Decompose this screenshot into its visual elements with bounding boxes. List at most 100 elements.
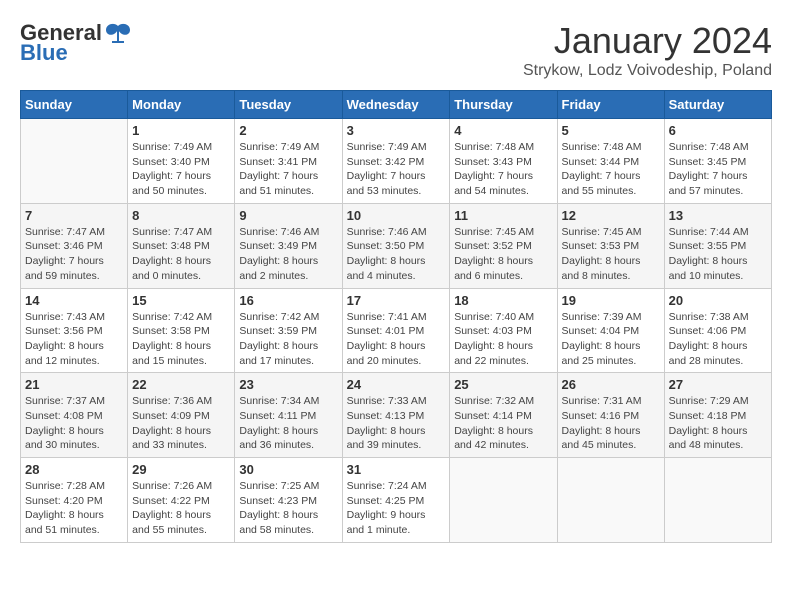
day-info: Sunrise: 7:37 AM Sunset: 4:08 PM Dayligh…: [25, 394, 123, 453]
day-info: Sunrise: 7:48 AM Sunset: 3:43 PM Dayligh…: [454, 140, 552, 199]
calendar-cell: 6 Sunrise: 7:48 AM Sunset: 3:45 PM Daylig…: [664, 119, 771, 204]
day-info: Sunrise: 7:49 AM Sunset: 3:40 PM Dayligh…: [132, 140, 230, 199]
day-info: Sunrise: 7:38 AM Sunset: 4:06 PM Dayligh…: [669, 310, 767, 369]
day-info: Sunrise: 7:42 AM Sunset: 3:59 PM Dayligh…: [239, 310, 337, 369]
calendar-cell: 7 Sunrise: 7:47 AM Sunset: 3:46 PM Daylig…: [21, 203, 128, 288]
calendar-cell: 14 Sunrise: 7:43 AM Sunset: 3:56 PM Dayli…: [21, 288, 128, 373]
day-info: Sunrise: 7:48 AM Sunset: 3:44 PM Dayligh…: [562, 140, 660, 199]
day-number: 9: [239, 208, 337, 223]
weekday-header-saturday: Saturday: [664, 91, 771, 119]
day-info: Sunrise: 7:32 AM Sunset: 4:14 PM Dayligh…: [454, 394, 552, 453]
day-number: 8: [132, 208, 230, 223]
calendar-cell: 5 Sunrise: 7:48 AM Sunset: 3:44 PM Daylig…: [557, 119, 664, 204]
weekday-header-sunday: Sunday: [21, 91, 128, 119]
day-info: Sunrise: 7:45 AM Sunset: 3:52 PM Dayligh…: [454, 225, 552, 284]
calendar-header-row: SundayMondayTuesdayWednesdayThursdayFrid…: [21, 91, 772, 119]
day-info: Sunrise: 7:40 AM Sunset: 4:03 PM Dayligh…: [454, 310, 552, 369]
calendar-cell: 24 Sunrise: 7:33 AM Sunset: 4:13 PM Dayli…: [342, 373, 450, 458]
calendar-cell: 23 Sunrise: 7:34 AM Sunset: 4:11 PM Dayli…: [235, 373, 342, 458]
calendar-cell: 3Sunrise: 7:49 AM Sunset: 3:42 PM Daylig…: [342, 119, 450, 204]
calendar-cell: 11 Sunrise: 7:45 AM Sunset: 3:52 PM Dayli…: [450, 203, 557, 288]
day-info: Sunrise: 7:24 AM Sunset: 4:25 PM Dayligh…: [347, 479, 446, 538]
calendar-cell: 15 Sunrise: 7:42 AM Sunset: 3:58 PM Dayli…: [128, 288, 235, 373]
day-number: 22: [132, 377, 230, 392]
day-info: Sunrise: 7:43 AM Sunset: 3:56 PM Dayligh…: [25, 310, 123, 369]
calendar-cell: 17 Sunrise: 7:41 AM Sunset: 4:01 PM Dayli…: [342, 288, 450, 373]
day-info: Sunrise: 7:33 AM Sunset: 4:13 PM Dayligh…: [347, 394, 446, 453]
day-info: Sunrise: 7:36 AM Sunset: 4:09 PM Dayligh…: [132, 394, 230, 453]
day-number: 28: [25, 462, 123, 477]
day-number: 23: [239, 377, 337, 392]
calendar-cell: 22 Sunrise: 7:36 AM Sunset: 4:09 PM Dayli…: [128, 373, 235, 458]
day-number: 27: [669, 377, 767, 392]
day-number: 7: [25, 208, 123, 223]
day-info: Sunrise: 7:47 AM Sunset: 3:48 PM Dayligh…: [132, 225, 230, 284]
day-info: Sunrise: 7:47 AM Sunset: 3:46 PM Dayligh…: [25, 225, 123, 284]
day-number: 24: [347, 377, 446, 392]
calendar-cell: [557, 458, 664, 543]
day-number: 6: [669, 123, 767, 138]
day-number: 21: [25, 377, 123, 392]
page-title: January 2024: [523, 20, 772, 62]
calendar-cell: 10 Sunrise: 7:46 AM Sunset: 3:50 PM Dayli…: [342, 203, 450, 288]
calendar-cell: 16 Sunrise: 7:42 AM Sunset: 3:59 PM Dayli…: [235, 288, 342, 373]
day-number: 31: [347, 462, 446, 477]
calendar-cell: 25 Sunrise: 7:32 AM Sunset: 4:14 PM Dayli…: [450, 373, 557, 458]
day-number: 14: [25, 293, 123, 308]
calendar-cell: 13 Sunrise: 7:44 AM Sunset: 3:55 PM Dayli…: [664, 203, 771, 288]
day-info: Sunrise: 7:46 AM Sunset: 3:49 PM Dayligh…: [239, 225, 337, 284]
calendar-week-row: 7 Sunrise: 7:47 AM Sunset: 3:46 PM Daylig…: [21, 203, 772, 288]
day-info: Sunrise: 7:28 AM Sunset: 4:20 PM Dayligh…: [25, 479, 123, 538]
calendar-cell: 29Sunrise: 7:26 AM Sunset: 4:22 PM Dayli…: [128, 458, 235, 543]
calendar-cell: 4Sunrise: 7:48 AM Sunset: 3:43 PM Daylig…: [450, 119, 557, 204]
day-number: 1: [132, 123, 230, 138]
day-info: Sunrise: 7:29 AM Sunset: 4:18 PM Dayligh…: [669, 394, 767, 453]
calendar-cell: [21, 119, 128, 204]
day-number: 2: [239, 123, 337, 138]
day-number: 29: [132, 462, 230, 477]
day-number: 20: [669, 293, 767, 308]
weekday-header-tuesday: Tuesday: [235, 91, 342, 119]
day-info: Sunrise: 7:48 AM Sunset: 3:45 PM Dayligh…: [669, 140, 767, 199]
calendar-cell: 31 Sunrise: 7:24 AM Sunset: 4:25 PM Dayli…: [342, 458, 450, 543]
page-header: General Blue January 2024 Strykow, Lodz …: [20, 20, 772, 80]
calendar-cell: [664, 458, 771, 543]
logo-bird-icon: [104, 22, 132, 44]
day-info: Sunrise: 7:44 AM Sunset: 3:55 PM Dayligh…: [669, 225, 767, 284]
calendar-cell: 27 Sunrise: 7:29 AM Sunset: 4:18 PM Dayli…: [664, 373, 771, 458]
calendar-cell: 2 Sunrise: 7:49 AM Sunset: 3:41 PM Daylig…: [235, 119, 342, 204]
day-number: 25: [454, 377, 552, 392]
logo-blue-text: Blue: [20, 40, 68, 66]
calendar-cell: 21 Sunrise: 7:37 AM Sunset: 4:08 PM Dayli…: [21, 373, 128, 458]
day-number: 15: [132, 293, 230, 308]
calendar-table: SundayMondayTuesdayWednesdayThursdayFrid…: [20, 90, 772, 543]
day-number: 5: [562, 123, 660, 138]
day-number: 19: [562, 293, 660, 308]
day-info: Sunrise: 7:41 AM Sunset: 4:01 PM Dayligh…: [347, 310, 446, 369]
calendar-cell: 19 Sunrise: 7:39 AM Sunset: 4:04 PM Dayli…: [557, 288, 664, 373]
day-number: 10: [347, 208, 446, 223]
calendar-week-row: 28 Sunrise: 7:28 AM Sunset: 4:20 PM Dayli…: [21, 458, 772, 543]
calendar-week-row: 1 Sunrise: 7:49 AM Sunset: 3:40 PM Daylig…: [21, 119, 772, 204]
day-number: 17: [347, 293, 446, 308]
day-info: Sunrise: 7:31 AM Sunset: 4:16 PM Dayligh…: [562, 394, 660, 453]
title-section: January 2024 Strykow, Lodz Voivodeship, …: [523, 20, 772, 80]
calendar-cell: 26Sunrise: 7:31 AM Sunset: 4:16 PM Dayli…: [557, 373, 664, 458]
day-number: 12: [562, 208, 660, 223]
calendar-cell: 30Sunrise: 7:25 AM Sunset: 4:23 PM Dayli…: [235, 458, 342, 543]
day-info: Sunrise: 7:34 AM Sunset: 4:11 PM Dayligh…: [239, 394, 337, 453]
calendar-body: 1 Sunrise: 7:49 AM Sunset: 3:40 PM Daylig…: [21, 119, 772, 543]
day-info: Sunrise: 7:46 AM Sunset: 3:50 PM Dayligh…: [347, 225, 446, 284]
weekday-header-friday: Friday: [557, 91, 664, 119]
day-number: 11: [454, 208, 552, 223]
day-info: Sunrise: 7:42 AM Sunset: 3:58 PM Dayligh…: [132, 310, 230, 369]
day-info: Sunrise: 7:49 AM Sunset: 3:41 PM Dayligh…: [239, 140, 337, 199]
weekday-header-thursday: Thursday: [450, 91, 557, 119]
day-number: 18: [454, 293, 552, 308]
day-number: 13: [669, 208, 767, 223]
calendar-week-row: 21 Sunrise: 7:37 AM Sunset: 4:08 PM Dayli…: [21, 373, 772, 458]
day-number: 30: [239, 462, 337, 477]
day-info: Sunrise: 7:39 AM Sunset: 4:04 PM Dayligh…: [562, 310, 660, 369]
day-number: 16: [239, 293, 337, 308]
calendar-cell: 28 Sunrise: 7:28 AM Sunset: 4:20 PM Dayli…: [21, 458, 128, 543]
